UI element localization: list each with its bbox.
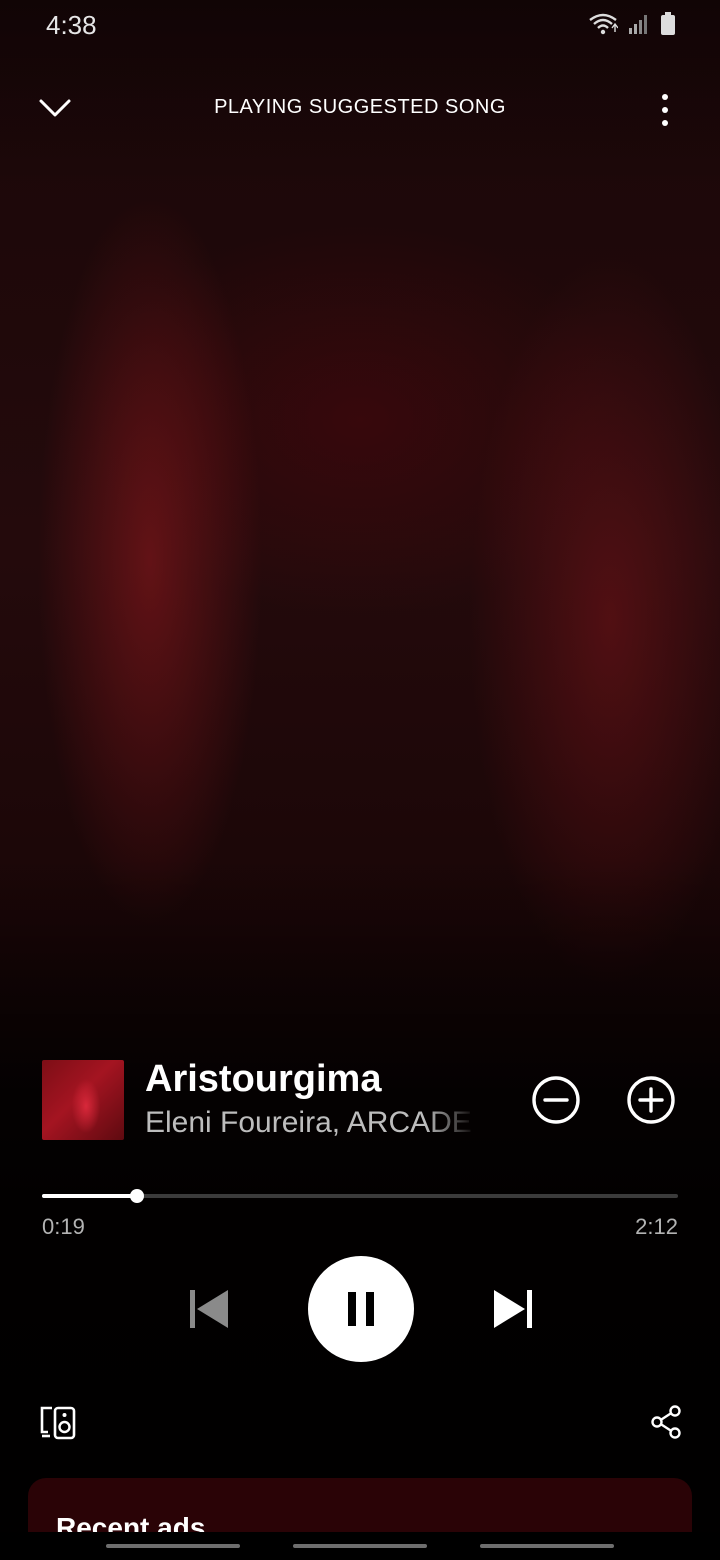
battery-icon (661, 12, 675, 35)
connect-device-button[interactable] (38, 1402, 78, 1442)
nav-recents-handle[interactable] (106, 1544, 240, 1548)
add-button[interactable] (625, 1074, 677, 1126)
wifi-icon (589, 13, 618, 35)
progress-slider[interactable] (42, 1186, 678, 1206)
previous-button[interactable] (184, 1284, 234, 1334)
remove-button[interactable] (530, 1074, 582, 1126)
context-title: PLAYING SUGGESTED SONG (214, 96, 506, 118)
progress-fill (42, 1194, 137, 1198)
nav-back-handle[interactable] (480, 1544, 614, 1548)
player-header: PLAYING SUGGESTED SONG (0, 78, 720, 138)
skip-previous-icon (190, 1290, 228, 1328)
minus-circle-icon (532, 1076, 580, 1124)
progress-knob[interactable] (130, 1189, 144, 1203)
track-title[interactable]: Aristourgima (145, 1058, 381, 1101)
connect-device-icon (40, 1406, 76, 1440)
share-icon (651, 1405, 681, 1439)
pause-icon (348, 1292, 374, 1326)
nav-home-handle[interactable] (293, 1544, 427, 1548)
share-button[interactable] (650, 1404, 682, 1440)
status-icons (588, 12, 676, 36)
status-time: 4:38 (46, 10, 97, 40)
plus-circle-icon (627, 1076, 675, 1124)
status-bar: 4:38 (0, 0, 720, 54)
signal-icon (629, 15, 647, 34)
track-artist[interactable]: Eleni Foureira, ARCADE (145, 1106, 475, 1140)
system-nav-bar (0, 1532, 720, 1560)
more-options-button[interactable] (650, 88, 680, 132)
more-vertical-icon (662, 94, 668, 126)
elapsed-time: 0:19 (42, 1214, 85, 1239)
album-art[interactable] (42, 1060, 124, 1140)
total-time: 2:12 (635, 1214, 678, 1239)
track-info: Aristourgima Eleni Foureira, ARCADE (42, 1058, 682, 1142)
playback-controls (0, 1256, 720, 1364)
pause-button[interactable] (308, 1256, 414, 1362)
skip-next-icon (494, 1290, 532, 1328)
next-button[interactable] (488, 1284, 538, 1334)
